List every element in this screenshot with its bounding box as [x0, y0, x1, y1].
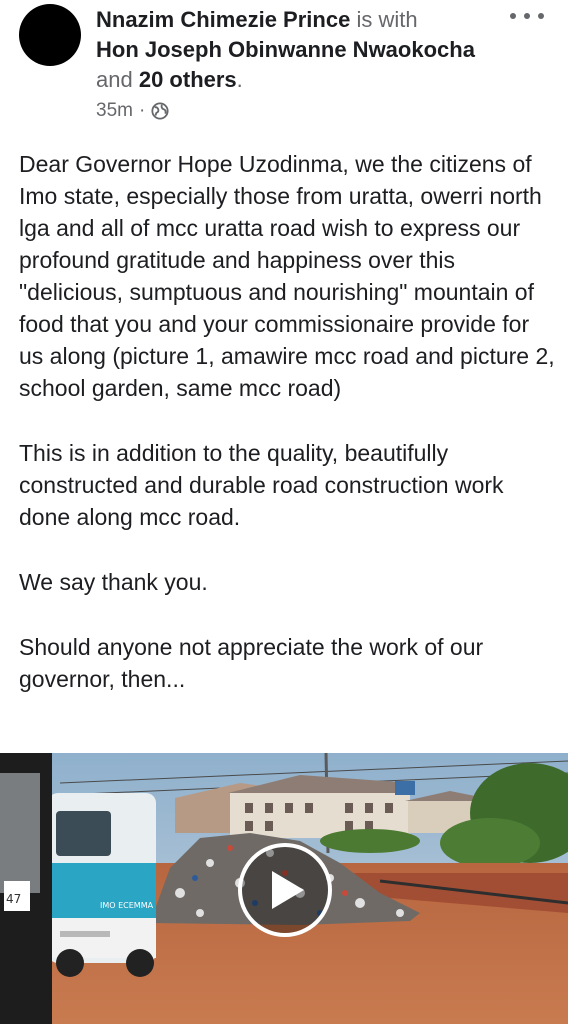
more-options-icon[interactable]	[510, 6, 544, 26]
others-link[interactable]: 20 others	[139, 67, 237, 92]
post-body: Dear Governor Hope Uzodinma, we the citi…	[19, 148, 559, 728]
and-text: and	[96, 67, 133, 92]
sign-text: 47	[6, 892, 21, 906]
post-paragraph: This is in addition to the quality, beau…	[19, 440, 504, 530]
avatar[interactable]	[19, 4, 81, 66]
tagged-name[interactable]: Hon Joseph Obinwanne Nwaokocha	[96, 37, 475, 62]
post-meta: 35m ·	[96, 98, 169, 124]
post-paragraph: Should anyone not appreciate the work of…	[19, 634, 484, 692]
post-header: Nnazim Chimezie Prince is with Hon Josep…	[0, 0, 568, 130]
post-author-line: Nnazim Chimezie Prince is with Hon Josep…	[96, 5, 506, 95]
post-paragraph: Dear Governor Hope Uzodinma, we the citi…	[19, 151, 555, 401]
post-time[interactable]: 35m	[96, 100, 133, 122]
bus-label: IMO ECEMMA	[100, 901, 154, 910]
is-with-text: is with	[356, 7, 418, 32]
period-text: .	[236, 67, 243, 92]
meta-separator: ·	[138, 100, 146, 121]
globe-icon[interactable]	[151, 102, 169, 120]
post-paragraph: We say thank you.	[19, 569, 208, 595]
play-icon[interactable]	[238, 843, 332, 937]
author-name[interactable]: Nnazim Chimezie Prince	[96, 7, 350, 32]
